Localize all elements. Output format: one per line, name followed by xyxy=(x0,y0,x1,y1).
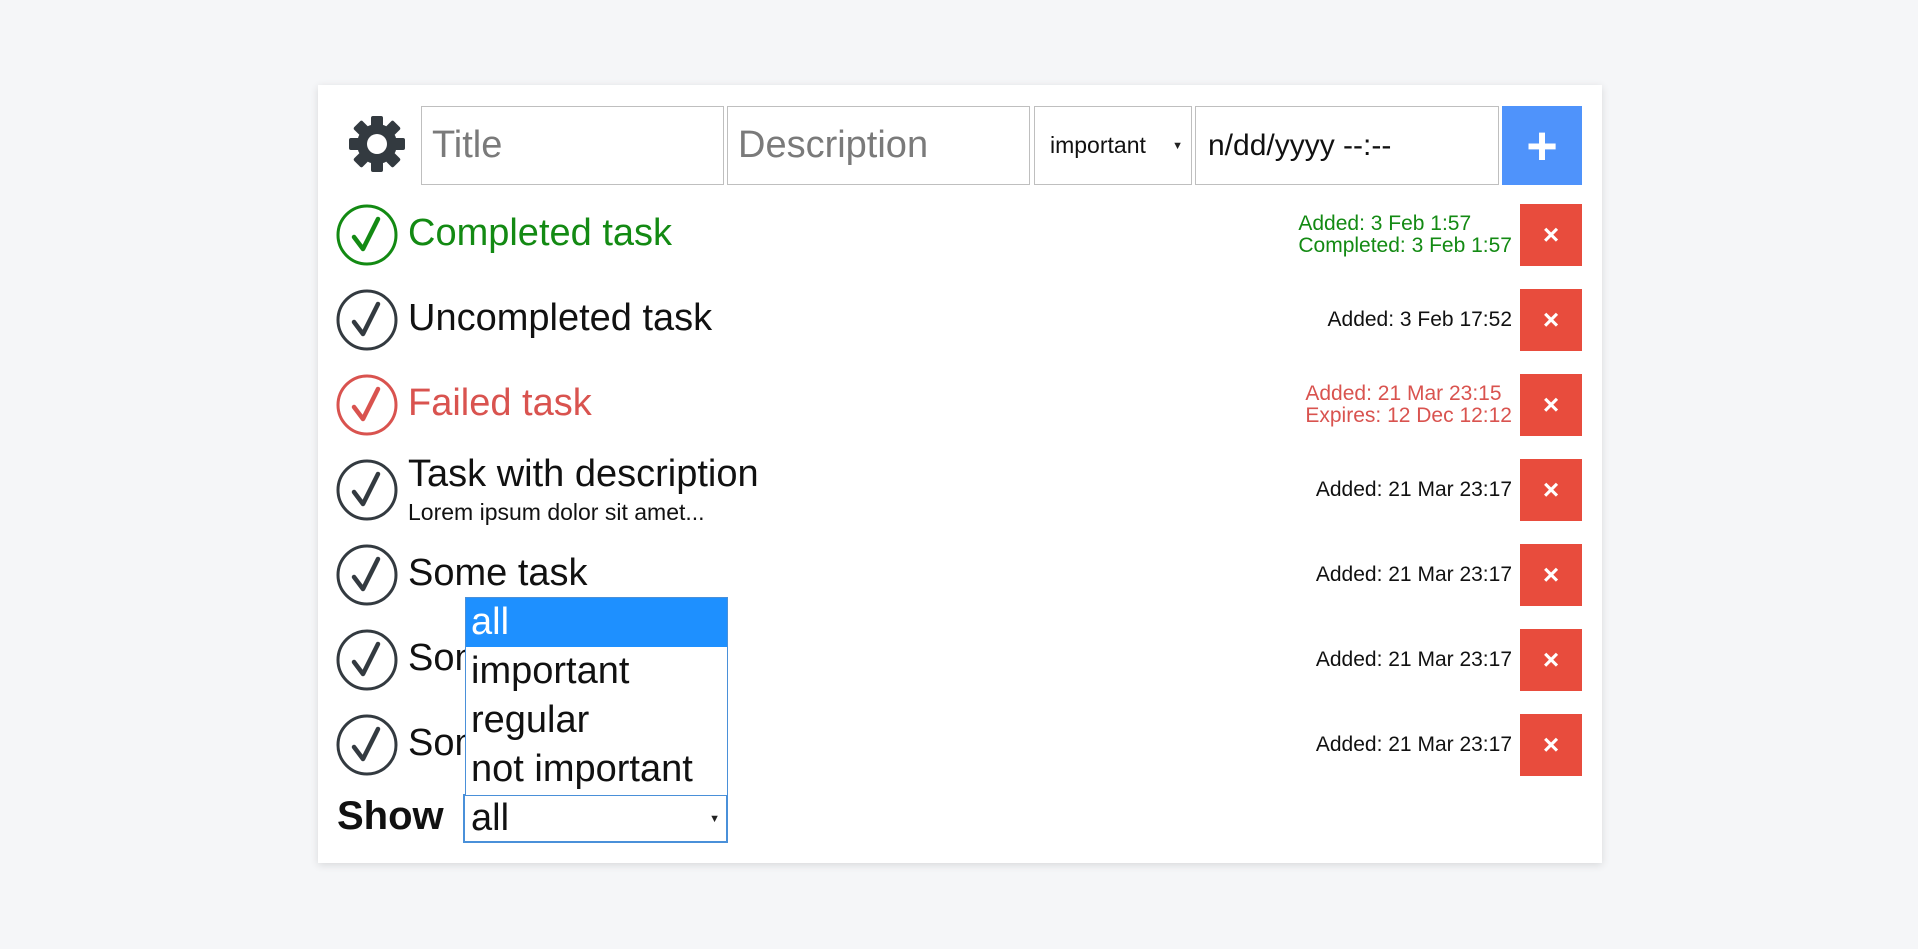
due-date-value: n/dd/yyyy --:-- xyxy=(1208,128,1392,162)
gear-icon[interactable] xyxy=(347,114,407,174)
close-icon: × xyxy=(1542,389,1560,420)
filter-option-important[interactable]: important xyxy=(466,647,727,696)
task-title: Uncompleted task xyxy=(408,297,713,339)
task-item: Uncompleted task Added: 3 Feb 17:52 × xyxy=(336,289,1582,351)
task-meta: Added: 21 Mar 23:17 xyxy=(1316,479,1512,501)
close-icon: × xyxy=(1542,729,1560,760)
task-added-date: Added: 21 Mar 23:15 xyxy=(1305,382,1502,405)
filter-option-not-important[interactable]: not important xyxy=(466,745,727,794)
task-meta: Added: 21 Mar 23:15 Expires: 12 Dec 12:1… xyxy=(1305,383,1512,427)
due-date-input[interactable]: n/dd/yyyy --:-- xyxy=(1195,106,1499,185)
delete-task-button[interactable]: × xyxy=(1520,289,1582,351)
delete-task-button[interactable]: × xyxy=(1520,204,1582,266)
task-added-date: Added: 21 Mar 23:17 xyxy=(1315,648,1512,671)
task-meta: Added: 21 Mar 23:17 xyxy=(1316,564,1512,586)
delete-task-button[interactable]: × xyxy=(1520,629,1582,691)
filter-dropdown-list: all important regular not important xyxy=(465,597,728,795)
delete-task-button[interactable]: × xyxy=(1520,544,1582,606)
close-icon: × xyxy=(1542,559,1560,590)
close-icon: × xyxy=(1542,474,1560,505)
add-task-button[interactable]: + xyxy=(1502,106,1582,185)
filter-option-all[interactable]: all xyxy=(466,598,727,647)
task-meta: Added: 3 Feb 1:57 Completed: 3 Feb 1:57 xyxy=(1298,213,1512,257)
task-description: Lorem ipsum dolor sit amet... xyxy=(408,499,705,525)
task-meta: Added: 3 Feb 17:52 xyxy=(1328,309,1512,331)
close-icon: × xyxy=(1542,304,1560,335)
description-input[interactable] xyxy=(727,106,1030,185)
title-input[interactable] xyxy=(421,106,724,185)
task-title: Some task xyxy=(408,552,588,594)
check-circle-icon[interactable] xyxy=(336,459,398,521)
delete-task-button[interactable]: × xyxy=(1520,374,1582,436)
task-title: Failed task xyxy=(408,382,592,424)
check-circle-icon[interactable] xyxy=(336,289,398,351)
filter-select-value: all xyxy=(471,797,510,839)
task-meta: Added: 21 Mar 23:17 xyxy=(1316,649,1512,671)
delete-task-button[interactable]: × xyxy=(1520,459,1582,521)
task-item: Failed task Added: 21 Mar 23:15 Expires:… xyxy=(336,374,1582,436)
check-circle-icon[interactable] xyxy=(336,544,398,606)
task-item: Completed task Added: 3 Feb 1:57 Complet… xyxy=(336,204,1582,266)
task-completed-date: Completed: 3 Feb 1:57 xyxy=(1298,234,1512,257)
priority-select-value: important xyxy=(1050,132,1146,158)
check-circle-icon[interactable] xyxy=(336,714,398,776)
task-expires-date: Expires: 12 Dec 12:12 xyxy=(1305,404,1512,427)
check-circle-icon[interactable] xyxy=(336,204,398,266)
priority-select[interactable]: important ▼ xyxy=(1034,106,1192,185)
delete-task-button[interactable]: × xyxy=(1520,714,1582,776)
task-meta: Added: 21 Mar 23:17 xyxy=(1316,734,1512,756)
task-title: Completed task xyxy=(408,212,673,254)
close-icon: × xyxy=(1542,219,1560,250)
task-added-date: Added: 21 Mar 23:17 xyxy=(1315,563,1512,586)
task-added-date: Added: 3 Feb 1:57 xyxy=(1298,212,1472,235)
filter-option-regular[interactable]: regular xyxy=(466,696,727,745)
task-added-date: Added: 3 Feb 17:52 xyxy=(1327,308,1512,331)
show-filter-select[interactable]: all ▼ xyxy=(463,794,728,843)
dropdown-arrow-icon: ▼ xyxy=(1172,139,1183,152)
task-item: Task with description Lorem ipsum dolor … xyxy=(336,453,1582,525)
dropdown-arrow-icon: ▼ xyxy=(709,812,720,825)
task-added-date: Added: 21 Mar 23:17 xyxy=(1315,733,1512,756)
check-circle-icon[interactable] xyxy=(336,374,398,436)
close-icon: × xyxy=(1542,644,1560,675)
show-filter-label: Show xyxy=(337,794,444,838)
task-added-date: Added: 21 Mar 23:17 xyxy=(1315,478,1512,501)
plus-icon: + xyxy=(1526,115,1558,176)
task-title: Task with description xyxy=(408,453,759,495)
check-circle-icon[interactable] xyxy=(336,629,398,691)
